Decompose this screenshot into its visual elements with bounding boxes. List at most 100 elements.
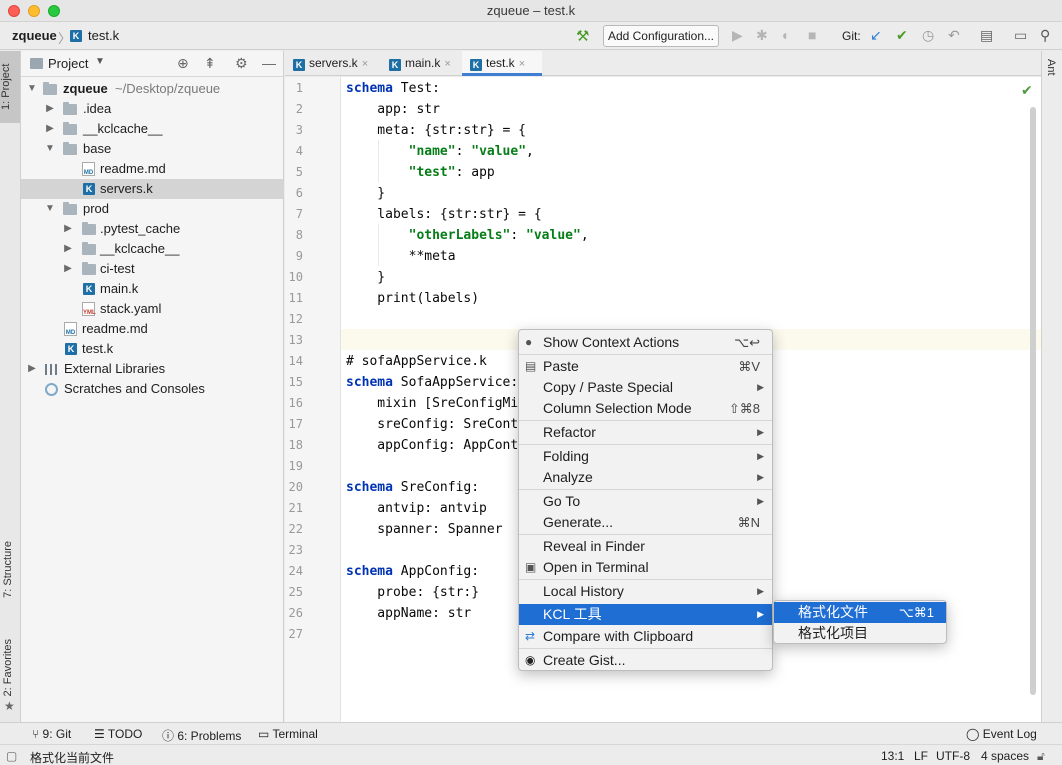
tree-item-base[interactable]: ▼ base (21, 139, 284, 159)
menu-item-column-selection-mode[interactable]: Column Selection Mode ⇧⌘8 (519, 398, 772, 419)
inspection-ok-icon[interactable]: ✔ (1021, 82, 1033, 99)
tab-main-k[interactable]: Kmain.k × (381, 51, 461, 76)
git-tool-button[interactable]: ⑂ 9: Git (32, 727, 71, 741)
code-line: } (346, 186, 386, 201)
git-update-icon[interactable]: ↙ (870, 27, 882, 44)
menu-item-create-gist[interactable]: ◉ Create Gist... (519, 650, 772, 671)
git-rollback-icon[interactable]: ↶ (948, 27, 960, 44)
chevron-down-icon[interactable]: ▼ (45, 199, 55, 219)
editor-scrollbar[interactable] (1030, 107, 1036, 695)
locate-file-icon[interactable]: ⊕ (177, 55, 189, 72)
close-icon[interactable]: × (362, 58, 368, 70)
chevron-right-icon[interactable]: ▶ (63, 239, 73, 259)
chevron-right-icon[interactable]: ▶ (45, 99, 55, 119)
submenu-item-format-file[interactable]: 格式化文件 ⌥⌘1 (774, 602, 946, 623)
code-line: appConfig: AppCont (346, 438, 519, 453)
menu-item-open-in-terminal[interactable]: ▣ Open in Terminal (519, 557, 772, 578)
tree-item-kclcache[interactable]: ▶ __kclcache__ (21, 119, 284, 139)
menu-item-show-context-actions[interactable]: ● Show Context Actions ⌥↩ (519, 332, 772, 353)
kcl-file-icon: K (83, 183, 95, 195)
presentation-icon[interactable]: ▭ (1014, 27, 1027, 44)
event-log-button[interactable]: ◯ Event Log (966, 727, 1037, 741)
gear-icon[interactable]: ⚙ (235, 55, 248, 72)
editor-tab-bar: Kservers.k × Kmain.k × Ktest.k × (285, 51, 1041, 76)
menu-item-paste[interactable]: ▤ Paste ⌘V (519, 356, 772, 377)
tree-item-stack-yaml[interactable]: YML stack.yaml (21, 299, 284, 319)
tree-item-main[interactable]: K main.k (21, 279, 284, 299)
submenu-arrow-icon: ▶ (757, 451, 764, 461)
project-tool-tab[interactable]: 1: Project (0, 51, 20, 123)
menu-item-analyze[interactable]: Analyze ▶ (519, 467, 772, 488)
breadcrumb-file[interactable]: Ktest.k (70, 28, 119, 43)
tab-servers-k[interactable]: Kservers.k × (285, 51, 377, 76)
menu-item-go-to[interactable]: Go To ▶ (519, 491, 772, 512)
tree-item-base-readme[interactable]: MD readme.md (21, 159, 284, 179)
favorites-tool-tab[interactable]: 2: Favorites (2, 639, 14, 696)
tree-item-label: readme.md (100, 161, 166, 176)
terminal-tool-button[interactable]: ▭ Terminal (258, 727, 318, 741)
tree-item-readme[interactable]: MD readme.md (21, 319, 284, 339)
chevron-right-icon[interactable]: ▶ (63, 259, 73, 279)
menu-item-kcl-tools[interactable]: KCL 工具 ▶ (519, 604, 772, 625)
minimize-window-button[interactable] (28, 5, 40, 17)
run-icon[interactable]: ▶ (732, 27, 743, 44)
menu-item-copy-paste-special[interactable]: Copy / Paste Special ▶ (519, 377, 772, 398)
git-commit-icon[interactable]: ✔ (896, 27, 908, 44)
coverage-icon[interactable]: ◐ (782, 27, 790, 43)
search-everywhere-icon[interactable]: ⚲ (1040, 27, 1050, 44)
structure-tool-tab[interactable]: 7: Structure (2, 541, 14, 598)
tab-test-k[interactable]: Ktest.k × (462, 51, 542, 76)
close-window-button[interactable] (8, 5, 20, 17)
tree-item-idea[interactable]: ▶ .idea (21, 99, 284, 119)
problems-tool-button[interactable]: ⓘ 6: Problems (162, 727, 241, 744)
menu-item-reveal-in-finder[interactable]: Reveal in Finder (519, 536, 772, 557)
menu-item-generate[interactable]: Generate... ⌘N (519, 512, 772, 533)
close-icon[interactable]: × (444, 58, 450, 70)
hide-panel-icon[interactable]: — (262, 55, 276, 71)
chevron-right-icon[interactable]: ▶ (45, 119, 55, 139)
submenu-item-format-project[interactable]: 格式化项目 (774, 623, 946, 644)
tree-item-external-libraries[interactable]: ▶ External Libraries (21, 359, 284, 379)
close-icon[interactable]: × (519, 58, 525, 70)
stop-icon[interactable]: ■ (808, 27, 816, 43)
todo-tool-button[interactable]: ☰ TODO (94, 727, 142, 741)
tree-item-ci-test[interactable]: ▶ ci-test (21, 259, 284, 279)
chevron-down-icon[interactable]: ▼ (45, 139, 55, 159)
project-view-selector[interactable]: Project (48, 56, 88, 71)
ant-tool-tab[interactable]: Ant (1045, 59, 1057, 76)
indent-setting[interactable]: 4 spaces (981, 749, 1029, 763)
build-hammer-icon[interactable]: ⚒ (576, 27, 589, 45)
tree-item-prod-kclcache[interactable]: ▶ __kclcache__ (21, 239, 284, 259)
chevron-down-icon[interactable]: ▼ (27, 79, 37, 99)
tree-item-test[interactable]: K test.k (21, 339, 284, 359)
file-encoding[interactable]: UTF-8 (936, 749, 970, 763)
lock-icon[interactable]: 🔓︎ (1037, 749, 1045, 764)
git-history-icon[interactable]: ◷ (922, 27, 934, 44)
caret-position[interactable]: 13:1 (881, 749, 904, 763)
breadcrumb-project[interactable]: zqueue (12, 28, 57, 43)
menu-item-refactor[interactable]: Refactor ▶ (519, 422, 772, 443)
tree-item-pytest-cache[interactable]: ▶ .pytest_cache (21, 219, 284, 239)
chevron-right-icon[interactable]: ▶ (27, 359, 37, 379)
tree-item-scratches[interactable]: Scratches and Consoles (21, 379, 284, 399)
library-icon (45, 364, 57, 375)
collapse-all-icon[interactable]: ⇞ (204, 55, 216, 72)
status-toggle-icon[interactable]: ▢ (6, 749, 17, 763)
tree-item-label: test.k (82, 341, 114, 356)
menu-item-folding[interactable]: Folding ▶ (519, 446, 772, 467)
menu-item-compare-with-clipboard[interactable]: ⇄ Compare with Clipboard (519, 626, 772, 647)
tree-item-zqueue[interactable]: ▼ zqueue ~/Desktop/zqueue (21, 79, 284, 99)
menu-item-local-history[interactable]: Local History ▶ (519, 581, 772, 602)
menu-item-label: Compare with Clipboard (543, 628, 694, 644)
project-structure-icon[interactable]: ▤ (980, 27, 993, 44)
chevron-right-icon[interactable]: ▶ (63, 219, 73, 239)
debug-icon[interactable]: ✱ (756, 27, 768, 44)
tree-item-servers[interactable]: K servers.k (21, 179, 284, 199)
chevron-down-icon[interactable]: ▼ (95, 56, 105, 67)
line-separator[interactable]: LF (914, 749, 928, 763)
tree-item-prod[interactable]: ▼ prod (21, 199, 284, 219)
line-number: 23 (288, 543, 303, 557)
zoom-window-button[interactable] (48, 5, 60, 17)
line-number: 17 (288, 417, 303, 431)
add-configuration-button[interactable]: Add Configuration... (603, 25, 719, 47)
